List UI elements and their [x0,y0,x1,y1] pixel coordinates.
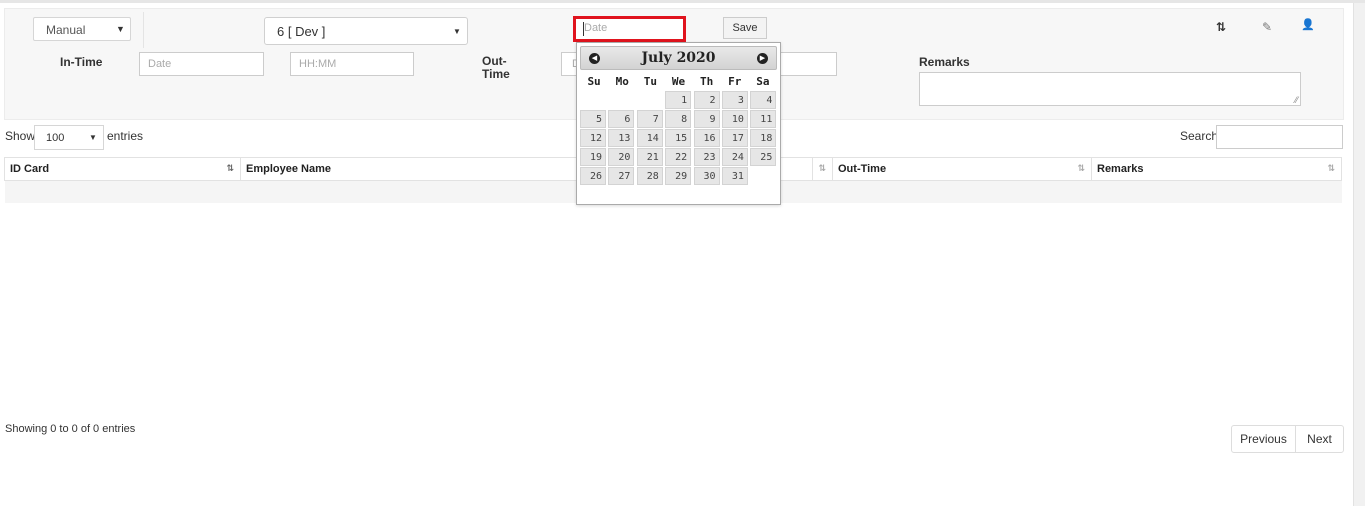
calendar-day[interactable]: 29 [665,167,692,185]
calendar-day[interactable]: 22 [665,148,692,166]
calendar-day[interactable]: 4 [750,91,777,109]
calendar-day[interactable]: 12 [580,129,606,147]
calendar-day[interactable]: 20 [608,148,635,166]
calendar-empty-cell [608,91,634,109]
calendar-day[interactable]: 30 [693,167,720,185]
user-icon[interactable]: 👤 [1300,18,1316,31]
text-cursor [583,22,584,36]
out-time-label: Out- Time [482,54,510,81]
resize-handle-icon[interactable]: ⁄⁄ [1295,95,1298,105]
calendar-day[interactable]: 18 [750,129,777,147]
chevron-down-icon: ▼ [453,27,461,36]
divider [143,12,144,48]
next-month-icon[interactable]: ▶ [757,53,768,64]
table-info: Showing 0 to 0 of 0 entries [5,423,136,435]
employee-select-value: 6 [ Dev ] [277,24,326,39]
calendar-day[interactable]: 24 [721,148,748,166]
col-label: Out-Time [838,163,887,175]
calendar-day[interactable]: 3 [721,91,748,109]
day-grid: 1 2 3 4 5 6 7 8 9 10 11 12 13 14 15 16 17 18 19 20 21 22 23 24 2… [580,91,777,185]
col-label: Remarks [1097,163,1144,175]
datepicker-header: ◀ July 2020 ▶ [580,46,777,70]
date-input[interactable]: Date [573,16,686,42]
calendar-day[interactable]: 9 [693,110,720,128]
calendar-day[interactable]: 26 [580,167,606,185]
calendar-day[interactable]: 2 [693,91,720,109]
entries-select-value: 100 [46,132,65,144]
remarks-textarea[interactable]: ⁄⁄ [919,72,1301,106]
chevron-down-icon: ▼ [89,133,97,142]
weekday-label: We [671,75,686,88]
calendar-day[interactable]: 1 [665,91,692,109]
weekday-label: Fr [728,75,742,88]
save-button[interactable]: Save [723,17,767,39]
sort-icon[interactable]: ⇅ [1214,20,1228,34]
col-label: ID Card [10,163,50,175]
calendar-day[interactable]: 17 [721,129,748,147]
previous-button[interactable]: Previous [1232,426,1296,452]
calendar-day[interactable]: 11 [750,110,777,128]
search-input[interactable] [1216,125,1343,149]
calendar-day[interactable]: 13 [608,129,635,147]
out-time-input[interactable] [776,52,837,76]
in-date-input[interactable]: Date [139,52,264,76]
calendar-day[interactable]: 27 [608,167,635,185]
calendar-day[interactable]: 23 [693,148,720,166]
calendar-day[interactable]: 5 [580,110,606,128]
date-input-placeholder: Date [584,22,608,34]
remarks-label: Remarks [919,55,970,69]
datepicker-popup: ◀ July 2020 ▶ Su Mo Tu We Th Fr Sa 1 2 3 4 5 6 7 8 9 10… [576,42,781,205]
sort-icon: ⇅ [1077,163,1085,173]
col-header-remarks[interactable]: Remarks ⇅ [1091,157,1342,181]
prev-month-icon[interactable]: ◀ [589,53,600,64]
sort-asc-icon: ⇅ [226,163,234,173]
in-time-input[interactable]: HH:MM [290,52,414,76]
entries-select[interactable]: 100 ▼ [34,125,104,150]
calendar-day[interactable]: 25 [750,148,777,166]
calendar-day[interactable]: 10 [721,110,748,128]
top-border [0,0,1365,3]
weekday-label: Mo [615,75,629,88]
calendar-day[interactable]: 14 [636,129,663,147]
chevron-down-icon: ▼ [116,24,125,34]
pagination: Previous Next [1231,425,1344,453]
employee-select[interactable]: 6 [ Dev ] ▼ [264,17,468,45]
calendar-empty-cell [580,91,606,109]
weekday-label: Su [587,75,601,88]
entries-label: entries [107,129,144,143]
calendar-empty-cell [637,91,663,109]
calendar-day[interactable]: 8 [665,110,692,128]
calendar-day[interactable]: 6 [608,110,635,128]
weekday-row: Su Mo Tu We Th Fr Sa [580,73,777,90]
edit-icon[interactable]: ✎ [1260,20,1274,34]
calendar-day[interactable]: 31 [721,167,748,185]
mode-select[interactable]: Manual ▼ [33,17,131,41]
mode-select-value: Manual [46,23,86,37]
calendar-day[interactable]: 16 [693,129,720,147]
next-button[interactable]: Next [1296,426,1343,452]
weekday-label: Tu [643,75,657,88]
weekday-label: Sa [756,75,770,88]
sort-icon: ⇅ [1327,163,1335,173]
datepicker-title: July 2020 [641,50,716,66]
col-header-out-time[interactable]: Out-Time ⇅ [832,157,1092,181]
page-scrollbar[interactable] [1353,3,1365,506]
col-header-id-card[interactable]: ID Card ⇅ [4,157,241,181]
weekday-label: Th [700,75,714,88]
calendar-day[interactable]: 28 [636,167,663,185]
calendar-day[interactable]: 21 [636,148,663,166]
calendar-day[interactable]: 15 [665,129,692,147]
col-header-hidden[interactable]: ⇅ [812,157,833,181]
sort-icon: ⇅ [818,163,826,173]
calendar-empty-cell [750,167,776,185]
calendar-day[interactable]: 19 [580,148,606,166]
col-label: Employee Name [246,163,331,175]
show-label: Show [5,129,36,143]
calendar-day[interactable]: 7 [636,110,663,128]
in-time-label: In-Time [60,55,103,69]
